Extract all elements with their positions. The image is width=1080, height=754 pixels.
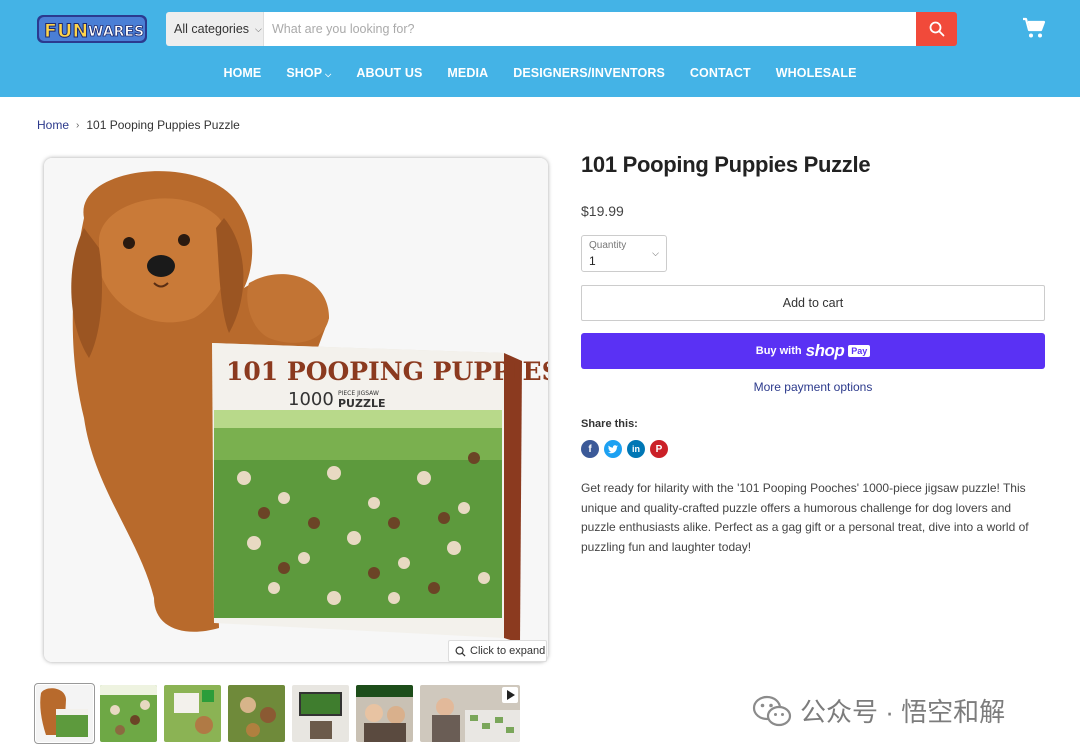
nav-label: WHOLESALE — [775, 66, 857, 80]
nav-label: CONTACT — [689, 66, 751, 80]
watermark-text: 公众号 · 悟空和解 — [800, 697, 1006, 727]
nav-label: MEDIA — [447, 66, 489, 80]
site-header: FUN WARES All categories ⌵ HOME SHOP⌵ AB… — [0, 0, 1080, 97]
add-to-cart-button[interactable]: Add to cart — [581, 285, 1045, 321]
play-icon — [502, 687, 518, 703]
thumbnail-6[interactable] — [356, 685, 413, 742]
search-bar: All categories ⌵ — [166, 12, 957, 46]
breadcrumb: Home › 101 Pooping Puppies Puzzle — [37, 118, 240, 132]
thumbnail-video[interactable] — [420, 685, 520, 742]
nav-label: HOME — [223, 66, 262, 80]
product-title: 101 Pooping Puppies Puzzle — [581, 152, 871, 177]
shop-pay-buy-label: Buy with — [755, 345, 802, 357]
thumbnail-3[interactable] — [164, 685, 221, 742]
nav-label: DESIGNERS/INVENTORS — [513, 66, 665, 80]
thumbnail-2[interactable] — [100, 685, 157, 742]
expand-label: Click to expand — [470, 645, 546, 657]
pinterest-icon[interactable]: P — [650, 440, 668, 458]
nav-item-designers-inventors[interactable]: DESIGNERS/INVENTORS — [513, 66, 665, 84]
main-nav: HOME SHOP ⌵ ABOUT US MEDIA DESIGNERS/INVE… — [0, 66, 1080, 84]
chevron-down-icon: ⌵ — [325, 70, 332, 79]
thumbnail-1[interactable] — [34, 683, 95, 744]
thumbnail-5[interactable] — [292, 685, 349, 742]
box-piece: PIECE JIGSAW — [338, 390, 379, 397]
thumbnail-strip — [34, 683, 520, 744]
nav-item-about-us[interactable]: ABOUT US — [356, 66, 422, 84]
chevron-down-icon: ⌵ — [652, 248, 659, 258]
linkedin-icon[interactable]: in — [627, 440, 645, 458]
cart-icon[interactable] — [1022, 16, 1046, 40]
svg-text:FUN: FUN — [44, 20, 88, 42]
nav-item-wholesale[interactable]: WHOLESALE — [776, 66, 857, 84]
nav-item-contact[interactable]: CONTACT — [690, 66, 751, 84]
product-description: Get ready for hilarity with the '101 Poo… — [581, 481, 1029, 554]
product-price: $19.99 — [581, 203, 624, 219]
share-buttons: f in P — [581, 440, 668, 458]
zoom-icon — [455, 646, 466, 657]
funwares-logo[interactable]: FUN WARES — [36, 12, 148, 46]
breadcrumb-current: 101 Pooping Puppies Puzzle — [86, 118, 240, 132]
share-label: Share this: — [581, 418, 638, 430]
search-button[interactable] — [916, 12, 957, 46]
nav-label: SHOP — [286, 66, 323, 80]
shop-pay-badge: Pay — [848, 345, 871, 357]
shop-pay-button[interactable]: Buy with shop Pay — [581, 333, 1045, 369]
shop-pay-logo: shop — [805, 341, 845, 360]
product-main-image[interactable]: 101 POOPING PUPPIES 1000 PIECE JIGSAW PU… — [44, 158, 548, 662]
nav-item-media[interactable]: MEDIA — [447, 66, 488, 84]
quantity-value: 1 — [589, 254, 596, 268]
wechat-watermark: 公众号 · 悟空和解 — [752, 692, 1005, 729]
facebook-icon[interactable]: f — [581, 440, 599, 458]
category-select-label: All categories — [174, 22, 250, 36]
twitter-icon[interactable] — [604, 440, 622, 458]
quantity-label: Quantity — [589, 240, 627, 251]
wechat-icon — [752, 695, 792, 726]
nav-item-shop[interactable]: SHOP ⌵ — [286, 66, 331, 84]
svg-text:WARES: WARES — [88, 24, 144, 40]
product-photo: 101 POOPING PUPPIES 1000 PIECE JIGSAW PU… — [44, 158, 548, 662]
search-icon — [929, 21, 944, 37]
nav-item-home[interactable]: HOME — [223, 66, 261, 84]
box-puzzle: PUZZLE — [338, 397, 385, 410]
chevron-down-icon: ⌵ — [255, 23, 262, 34]
box-title: 101 POOPING PUPPIES — [226, 357, 548, 386]
chevron-right-icon: › — [76, 119, 80, 131]
box-count: 1000 — [288, 389, 334, 410]
search-input[interactable] — [264, 12, 916, 46]
breadcrumb-home-link[interactable]: Home — [37, 118, 69, 132]
quantity-select[interactable]: Quantity 1 ⌵ — [581, 235, 667, 272]
category-select[interactable]: All categories ⌵ — [166, 12, 264, 46]
more-payment-options-link[interactable]: More payment options — [581, 380, 1045, 394]
thumbnail-4[interactable] — [228, 685, 285, 742]
nav-label: ABOUT US — [356, 66, 423, 80]
click-to-expand-button[interactable]: Click to expand — [448, 640, 547, 662]
